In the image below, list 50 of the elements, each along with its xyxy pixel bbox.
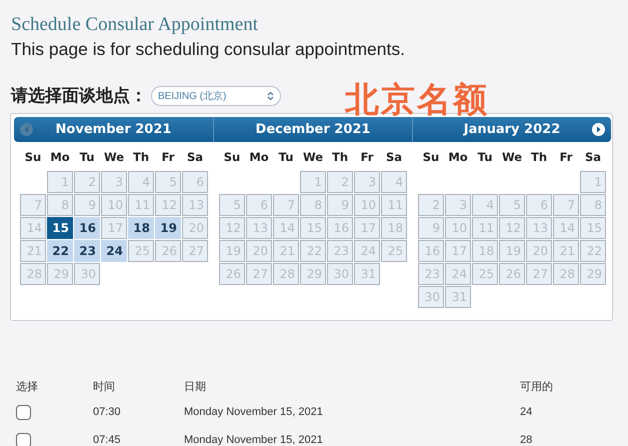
calendar-day[interactable]: 19 xyxy=(155,217,181,240)
select-checkbox[interactable] xyxy=(16,404,31,420)
calendar-day[interactable]: 22 xyxy=(47,240,73,262)
weekday-label: Tu xyxy=(78,149,96,166)
weekday-label: We xyxy=(102,149,126,166)
table-cell-text: 07:30 xyxy=(93,404,122,420)
calendar-day[interactable]: 23 xyxy=(74,240,100,262)
weekday-label: Sa xyxy=(186,149,204,166)
weekday-label: Sa xyxy=(584,149,602,166)
calendar-day[interactable]: 18 xyxy=(128,217,154,240)
column-header: 日期 xyxy=(184,380,207,395)
annotation-text: 北京名额 xyxy=(345,80,489,120)
weekday-label: Mo xyxy=(248,149,270,166)
table-cell-text: Monday November 15, 2021 xyxy=(184,404,324,420)
weekday-label: Su xyxy=(222,149,242,166)
calendar-day[interactable]: 15 xyxy=(47,217,73,240)
weekday-label: We xyxy=(500,149,524,166)
calendar-day[interactable]: 16 xyxy=(74,217,100,240)
weekday-label: Fr xyxy=(160,149,176,166)
weekday-label: Sa xyxy=(384,149,404,166)
weekday-label: Mo xyxy=(49,149,71,166)
weekday-label: Tu xyxy=(476,149,494,166)
month-title: January 2022 xyxy=(462,120,562,139)
weekday-label: Tu xyxy=(278,149,294,166)
select-arrows-icon xyxy=(267,91,274,101)
weekday-label: Th xyxy=(132,149,150,166)
table-cell-text: 28 xyxy=(520,432,534,446)
page-title: Schedule Consular Appointment xyxy=(11,14,259,36)
table-cell-text: 07:45 xyxy=(93,432,122,446)
column-header: 可用的 xyxy=(520,380,554,395)
weekday-label: Fr xyxy=(360,149,374,166)
location-label: 请选择面谈地点： xyxy=(11,85,147,108)
weekday-label: Su xyxy=(24,149,42,166)
column-header: 选择 xyxy=(16,380,39,395)
weekday-label: Su xyxy=(422,149,440,166)
weekday-label: We xyxy=(302,149,324,166)
weekday-label: Th xyxy=(530,149,548,166)
weekday-label: Th xyxy=(330,149,350,166)
month-title: November 2021 xyxy=(54,120,172,139)
next-icon[interactable] xyxy=(592,123,605,136)
location-select[interactable]: BEIJING (北京) xyxy=(151,86,281,106)
intro-text: This page is for scheduling consular appointments. xyxy=(11,38,406,61)
weekday-label: Fr xyxy=(558,149,574,166)
table-cell-text: Monday November 15, 2021 xyxy=(184,432,324,446)
weekday-label: Mo xyxy=(447,149,469,166)
table-cell-text: 24 xyxy=(520,404,534,420)
column-header: 时间 xyxy=(93,380,116,395)
calendar-day[interactable]: 24 xyxy=(101,240,127,262)
month-title: December 2021 xyxy=(254,120,372,139)
select-checkbox[interactable] xyxy=(16,432,31,446)
